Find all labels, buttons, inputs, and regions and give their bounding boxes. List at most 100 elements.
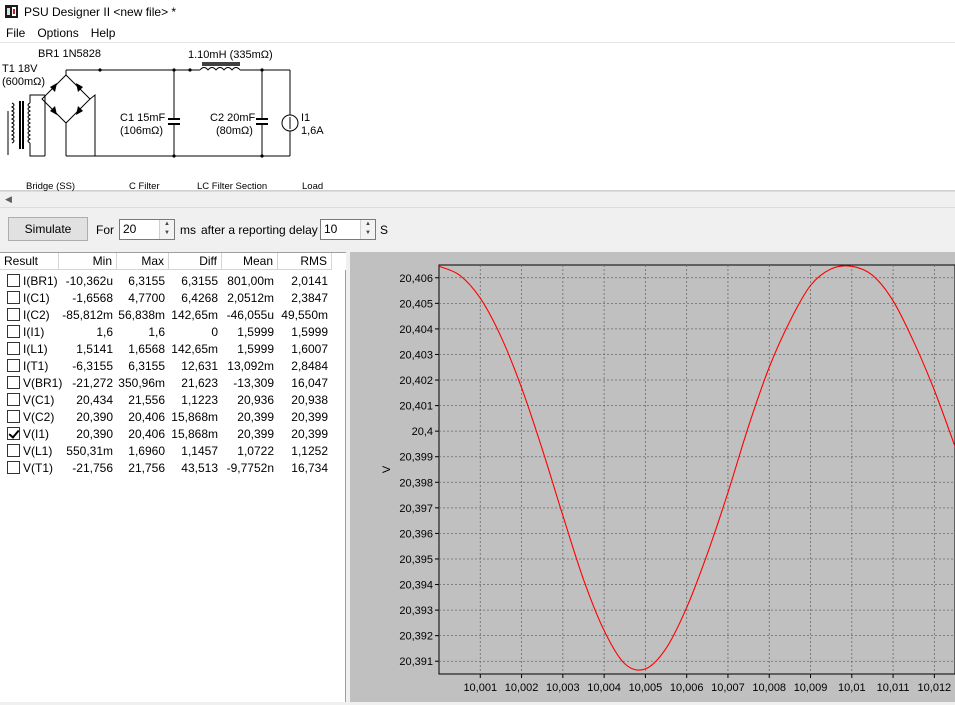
result-checkbox[interactable] [7,342,20,355]
table-row[interactable]: I(BR1) -10,362u 6,3155 6,3155 801,00m 2,0141 [0,272,346,289]
spin-down-icon[interactable]: ▼ [361,229,375,238]
table-row[interactable]: I(I1) 1,6 1,6 0 1,5999 1,5999 [0,323,346,340]
result-diff-cell: 21,623 [181,375,218,390]
result-name-cell[interactable]: I(L1) [0,342,59,356]
menu-options[interactable]: Options [31,26,84,40]
app-icon [5,5,18,18]
menu-help[interactable]: Help [85,26,122,40]
delay-spinner[interactable]: 10 ▲ ▼ [320,219,376,240]
result-name-cell[interactable]: I(C1) [0,291,59,305]
table-row[interactable]: V(I1) 20,390 20,406 15,868m 20,399 20,399 [0,425,346,442]
col-min[interactable]: Min [59,253,117,270]
table-row[interactable]: V(BR1) -21,272 350,96m 21,623 -13,309 16,047 [0,374,346,391]
result-rms-cell: 20,399 [291,409,328,424]
duration-value[interactable]: 20 [123,222,136,236]
table-row[interactable]: V(C2) 20,390 20,406 15,868m 20,399 20,399 [0,408,346,425]
result-name-cell[interactable]: I(I1) [0,325,59,339]
result-checkbox[interactable] [7,444,20,457]
y-tick-label: 20,405 [399,298,433,310]
result-name-cell[interactable]: I(T1) [0,359,59,373]
results-table: Result Min Max Diff Mean RMS I(BR1) -10,3… [0,252,346,702]
table-row[interactable]: I(C1) -1,6568 4,7700 6,4268 2,0512m 2,3847 [0,289,346,306]
result-checkbox[interactable] [7,427,20,440]
result-rms-cell: 1,6007 [291,341,328,356]
x-tick-label: 10,012 [918,682,952,694]
result-name: I(L1) [23,341,48,356]
table-row[interactable]: V(T1) -21,756 21,756 43,513 -9,7752n 16,734 [0,459,346,476]
result-checkbox[interactable] [7,308,20,321]
result-max-cell: 20,406 [128,426,165,441]
result-rms-cell: 1,5999 [291,324,328,339]
result-name-cell[interactable]: V(C1) [0,393,59,407]
table-row[interactable]: I(T1) -6,3155 6,3155 12,631 13,092m 2,8484 [0,357,346,374]
col-result[interactable]: Result [0,253,59,270]
y-tick-label: 20,404 [399,324,433,336]
result-name: I(I1) [23,324,45,339]
result-checkbox[interactable] [7,410,20,423]
c2-resistance: (80mΩ) [216,125,253,137]
result-min-cell: 20,434 [76,392,113,407]
result-min-cell: 1,6 [96,324,113,339]
waveform-graph[interactable]: 20,406 20,405 20,404 20,403 20,402 20,401 20,4… [350,252,955,702]
spin-up-icon[interactable]: ▲ [361,220,375,229]
result-diff-cell: 142,65m [171,341,218,356]
result-checkbox[interactable] [7,291,20,304]
result-checkbox[interactable] [7,393,20,406]
result-name-cell[interactable]: I(C2) [0,308,59,322]
y-tick-label: 20,401 [399,401,433,413]
table-row[interactable]: V(C1) 20,434 21,556 1,1223 20,936 20,938 [0,391,346,408]
spin-down-icon[interactable]: ▼ [160,229,174,238]
table-row[interactable]: V(L1) 550,31m 1,6960 1,1457 1,0722 1,1252 [0,442,346,459]
x-tick-label: 10,009 [794,682,828,694]
result-name-cell[interactable]: V(BR1) [0,376,62,390]
table-row[interactable]: I(C2) -85,812m 56,838m 142,65m -46,055u 49,55… [0,306,346,323]
col-diff[interactable]: Diff [169,253,222,270]
y-tick-label: 20,396 [399,528,433,540]
result-max-cell: 6,3155 [128,273,165,288]
x-tick-label: 10,004 [587,682,621,694]
simulate-button[interactable]: Simulate [8,217,88,241]
result-mean-cell: -13,309 [233,375,274,390]
result-name-cell[interactable]: V(T1) [0,461,59,475]
col-rms[interactable]: RMS [278,253,332,270]
duration-spinner[interactable]: 20 ▲ ▼ [119,219,175,240]
c1-label: C1 15mF [120,112,166,124]
x-tick-label: 10,001 [463,682,497,694]
result-mean-cell: 20,399 [237,409,274,424]
schematic-panel: BR1 1N5828 T1 18V (600mΩ) 1.10mH (335mΩ)… [0,43,955,192]
result-max-cell: 1,6960 [128,443,165,458]
result-rms-cell: 16,734 [291,460,328,475]
duration-spin-arrows[interactable]: ▲ ▼ [159,220,174,239]
result-mean-cell: 13,092m [227,358,274,373]
table-row[interactable]: I(L1) 1,5141 1,6568 142,65m 1,5999 1,6007 [0,340,346,357]
col-mean[interactable]: Mean [222,253,278,270]
col-max[interactable]: Max [117,253,169,270]
result-mean-cell: -46,055u [226,307,274,322]
result-checkbox[interactable] [7,461,20,474]
load-value: 1,6A [301,125,324,137]
y-tick-label: 20,402 [399,375,433,387]
result-checkbox[interactable] [7,359,20,372]
delay-value[interactable]: 10 [324,222,337,236]
result-checkbox[interactable] [7,376,20,389]
result-checkbox[interactable] [7,325,20,338]
result-diff-cell: 0 [211,324,218,339]
load-label: I1 [301,112,310,124]
schematic-scrollbar[interactable]: ◀ [0,191,955,208]
result-checkbox[interactable] [7,274,20,287]
result-name-cell[interactable]: V(I1) [0,427,59,441]
spin-up-icon[interactable]: ▲ [160,220,174,229]
result-max-cell: 4,7700 [128,290,165,305]
delay-spin-arrows[interactable]: ▲ ▼ [360,220,375,239]
result-name-cell[interactable]: V(C2) [0,410,59,424]
result-min-cell: 20,390 [76,426,113,441]
result-name-cell[interactable]: I(BR1) [0,274,59,288]
result-diff-cell: 12,631 [181,358,218,373]
result-max-cell: 6,3155 [128,358,165,373]
x-tick-label: 10,006 [670,682,704,694]
c2-label: C2 20mF [210,112,256,124]
result-name-cell[interactable]: V(L1) [0,444,59,458]
menu-file[interactable]: File [0,26,31,40]
scroll-left-arrow-icon[interactable]: ◀ [0,192,17,207]
result-min-cell: -21,272 [72,375,113,390]
